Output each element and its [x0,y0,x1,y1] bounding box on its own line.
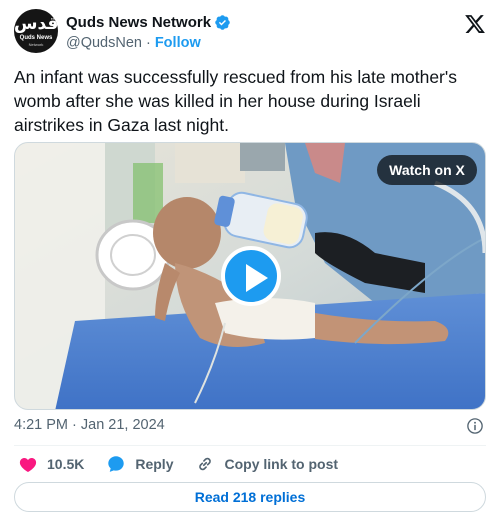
avatar[interactable]: قدس Quds News Network [14,9,58,53]
reply-button[interactable]: Reply [106,454,173,474]
like-count: 10.5K [47,456,85,472]
display-name-row: Quds News Network [66,12,231,32]
avatar-logo-sub: Network [28,42,44,47]
read-replies-button[interactable]: Read 218 replies [14,482,486,512]
x-logo-icon[interactable] [464,13,486,35]
copy-link-label: Copy link to post [224,456,339,472]
author-names: Quds News Network @QudsNen · Follow [66,12,231,53]
author-handle[interactable]: @QudsNen [66,35,142,51]
handle-separator: · [145,35,151,51]
tweet-header: قدس Quds News Network Quds News Network … [14,9,486,55]
action-bar: 10.5K Reply Copy link to post [14,453,486,475]
divider [14,445,486,446]
like-button[interactable]: 10.5K [18,454,84,474]
verified-badge-icon [215,14,230,30]
tweet-card: قدس Quds News Network Quds News Network … [0,0,500,526]
handle-row: @QudsNen · Follow [66,33,231,53]
info-icon[interactable] [466,417,484,435]
link-icon [199,457,212,471]
avatar-logo-arabic: قدس [14,14,58,34]
timestamp-row: 4:21 PM · Jan 21, 2024 [14,416,486,436]
follow-link[interactable]: Follow [155,35,201,51]
watch-on-x-button[interactable]: Watch on X [377,155,477,185]
tweet-text: An infant was successfully rescued from … [14,67,457,135]
play-icon [246,264,268,292]
heart-icon [19,458,37,472]
avatar-logo-name: Quds News [19,35,53,41]
video-media[interactable]: Watch on X [14,142,486,410]
play-button[interactable] [221,246,281,306]
copy-link-button[interactable]: Copy link to post [195,454,338,474]
display-name[interactable]: Quds News Network [66,14,211,31]
reply-bubble-icon [108,456,125,472]
reply-label: Reply [135,456,174,472]
timestamp[interactable]: 4:21 PM · Jan 21, 2024 [14,417,165,433]
